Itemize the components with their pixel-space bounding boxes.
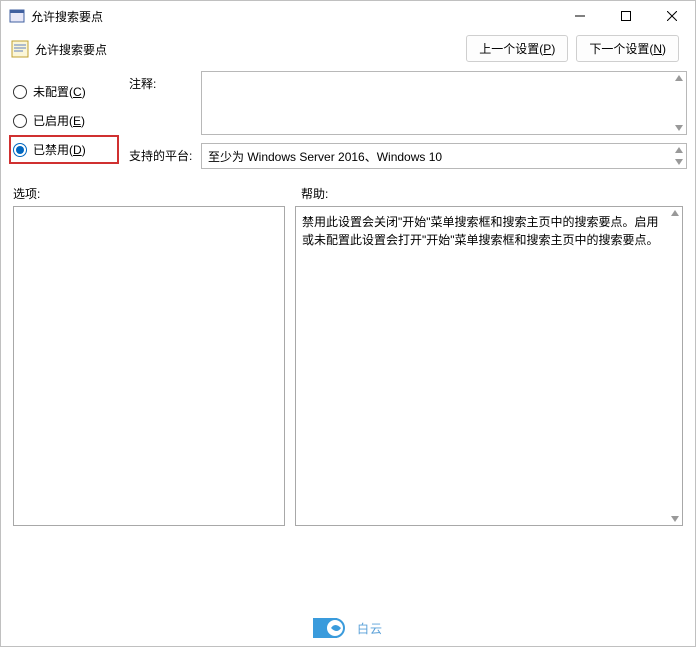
window-title: 允许搜索要点 bbox=[31, 8, 103, 25]
scroll-down-icon bbox=[671, 516, 679, 522]
comment-label: 注释: bbox=[129, 71, 193, 92]
radio-disabled[interactable]: 已禁用(D) bbox=[9, 135, 119, 164]
panels-row: 禁用此设置会关闭"开始"菜单搜索框和搜索主页中的搜索要点。启用或未配置此设置会打… bbox=[1, 206, 695, 526]
scrollbar-stub bbox=[669, 208, 681, 524]
window-titlebar: 允许搜索要点 bbox=[1, 1, 695, 31]
scroll-down-icon bbox=[675, 159, 683, 165]
previous-setting-button[interactable]: 上一个设置(P) bbox=[466, 35, 568, 62]
scroll-up-icon bbox=[675, 147, 683, 153]
radio-not-configured[interactable]: 未配置(C) bbox=[9, 77, 119, 106]
state-radio-group: 未配置(C) 已启用(E) 已禁用(D) bbox=[9, 71, 119, 177]
policy-sheet-icon bbox=[11, 40, 29, 58]
scrollbar-stub bbox=[673, 73, 685, 133]
footer-watermark: 白云 bbox=[313, 614, 383, 642]
radio-enabled[interactable]: 已启用(E) bbox=[9, 106, 119, 135]
brand-text: 白云 bbox=[357, 620, 383, 637]
policy-icon bbox=[9, 8, 25, 24]
options-panel bbox=[13, 206, 285, 526]
subheader-title: 允许搜索要点 bbox=[35, 41, 107, 58]
radio-circle-icon bbox=[13, 85, 27, 99]
next-setting-button[interactable]: 下一个设置(N) bbox=[576, 35, 679, 62]
help-panel: 禁用此设置会关闭"开始"菜单搜索框和搜索主页中的搜索要点。启用或未配置此设置会打… bbox=[295, 206, 683, 526]
close-button[interactable] bbox=[649, 1, 695, 31]
radio-circle-icon bbox=[13, 114, 27, 128]
supported-platform-box: 至少为 Windows Server 2016、Windows 10 bbox=[201, 143, 687, 169]
section-labels: 选项: 帮助: bbox=[1, 177, 695, 206]
maximize-button[interactable] bbox=[603, 1, 649, 31]
scroll-down-icon bbox=[675, 125, 683, 131]
comment-textarea[interactable] bbox=[201, 71, 687, 135]
options-section-label: 选项: bbox=[13, 185, 301, 202]
config-area: 未配置(C) 已启用(E) 已禁用(D) 注释: 支持的平台: 至少为 W bbox=[1, 67, 695, 177]
help-section-label: 帮助: bbox=[301, 185, 328, 202]
supported-platform-label: 支持的平台: bbox=[129, 143, 193, 164]
subheader: 允许搜索要点 上一个设置(P) 下一个设置(N) bbox=[1, 31, 695, 67]
minimize-button[interactable] bbox=[557, 1, 603, 31]
details-fields: 注释: 支持的平台: 至少为 Windows Server 2016、Windo… bbox=[129, 71, 687, 177]
scroll-up-icon bbox=[671, 210, 679, 216]
brand-logo-icon bbox=[313, 614, 353, 642]
radio-circle-icon bbox=[13, 143, 27, 157]
help-text: 禁用此设置会关闭"开始"菜单搜索框和搜索主页中的搜索要点。启用或未配置此设置会打… bbox=[302, 215, 659, 247]
window-controls bbox=[557, 1, 695, 31]
supported-platform-value: 至少为 Windows Server 2016、Windows 10 bbox=[208, 148, 442, 165]
scroll-up-icon bbox=[675, 75, 683, 81]
scrollbar-stub bbox=[673, 145, 685, 167]
